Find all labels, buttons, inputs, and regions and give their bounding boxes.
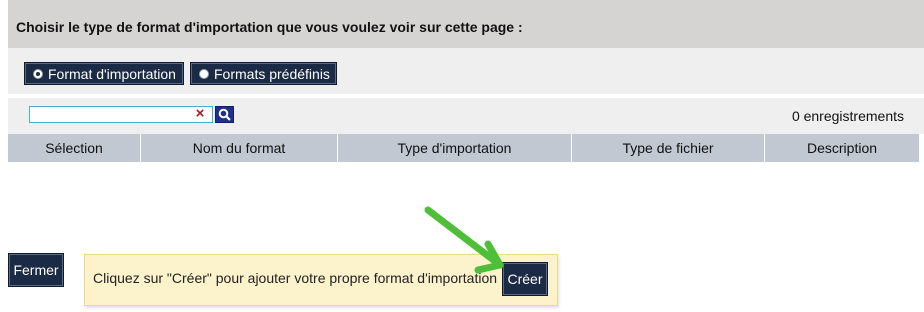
column-header-file-type[interactable]: Type de fichier	[572, 134, 765, 162]
record-count: 0 enregistrements	[791, 108, 904, 124]
create-button[interactable]: Créer	[502, 262, 548, 296]
radio-label: Format d'importation	[48, 65, 176, 82]
page-title: Choisir le type de format d'importation …	[16, 19, 523, 35]
search-icon	[218, 108, 231, 121]
close-button[interactable]: Fermer	[8, 253, 64, 287]
tip-text: Cliquez sur "Créer" pour ajouter votre p…	[93, 270, 498, 286]
column-header-selection[interactable]: Sélection	[8, 134, 141, 162]
column-header-import-type[interactable]: Type d'importation	[338, 134, 572, 162]
table-header: Sélection Nom du format Type d'importati…	[8, 134, 920, 162]
radio-label: Formats prédéfinis	[214, 65, 330, 82]
radio-format-importation[interactable]: Format d'importation	[24, 62, 184, 85]
search-button[interactable]	[215, 106, 234, 123]
search-input[interactable]	[29, 106, 213, 123]
column-header-description[interactable]: Description	[765, 134, 920, 162]
radio-formats-predefinis[interactable]: Formats prédéfinis	[190, 62, 337, 85]
radio-selected-icon	[33, 68, 43, 79]
clear-icon[interactable]: ×	[193, 105, 207, 123]
column-header-format-name[interactable]: Nom du format	[141, 134, 338, 162]
radio-unselected-icon	[199, 68, 209, 79]
